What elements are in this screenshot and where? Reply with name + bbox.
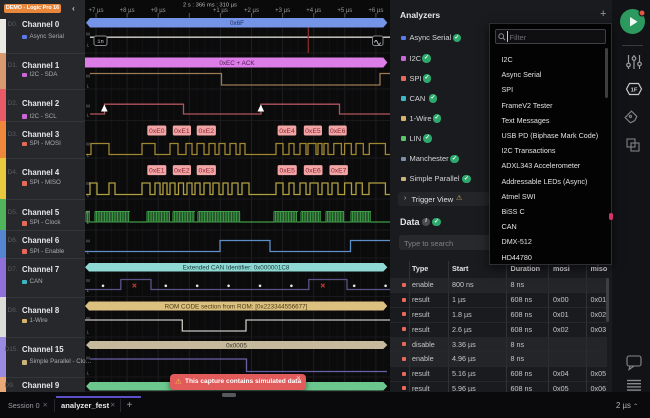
svg-text:0xEC + ACK: 0xEC + ACK	[219, 60, 255, 67]
svg-text:0xE0: 0xE0	[149, 128, 165, 135]
svg-text:0x0005: 0x0005	[226, 342, 247, 349]
svg-text:0xE7: 0xE7	[331, 168, 347, 175]
svg-text:ROM CODE section from ROM: [0x: ROM CODE section from ROM: [0x2233445566…	[165, 303, 308, 310]
svg-text:+6 µs: +6 µs	[368, 8, 383, 14]
svg-text:M: M	[86, 142, 90, 147]
svg-text:0xE2: 0xE2	[199, 128, 215, 135]
svg-text:M: M	[86, 278, 90, 283]
svg-text:0xE1: 0xE1	[149, 168, 165, 175]
svg-text:M: M	[86, 210, 90, 215]
svg-text:2 s : 366 ms : 310 µs: 2 s : 366 ms : 310 µs	[183, 3, 237, 9]
svg-text:Extended CAN Identifier: 0x000: Extended CAN Identifier: 0x000001C8	[183, 265, 290, 272]
svg-text:+2 µs: +2 µs	[244, 8, 259, 14]
svg-text:M: M	[86, 239, 90, 244]
svg-text:L: L	[87, 288, 90, 293]
svg-text:M: M	[86, 74, 90, 79]
svg-text:+9 µs: +9 µs	[151, 8, 166, 14]
svg-text:M: M	[86, 181, 90, 186]
svg-text:0xE6: 0xE6	[330, 128, 346, 135]
svg-text:L: L	[87, 113, 90, 118]
svg-text:0xE4: 0xE4	[279, 128, 295, 135]
svg-text:L: L	[87, 371, 90, 376]
svg-text:0xE3: 0xE3	[199, 168, 215, 175]
svg-text:0xE2: 0xE2	[174, 168, 190, 175]
svg-text:+3 µs: +3 µs	[275, 8, 290, 14]
svg-text:L: L	[87, 330, 90, 335]
svg-text:M: M	[86, 104, 90, 109]
svg-text:0xE5: 0xE5	[279, 168, 295, 175]
svg-text:L: L	[87, 83, 90, 88]
svg-text:M: M	[86, 316, 90, 321]
svg-text:+1 µs: +1 µs	[213, 8, 228, 14]
svg-text:M: M	[86, 32, 90, 37]
svg-text:1F: 1F	[631, 87, 638, 93]
svg-text:+7 µs: +7 µs	[89, 8, 104, 14]
svg-text:0xE1: 0xE1	[174, 128, 190, 135]
svg-text:0x6F: 0x6F	[230, 20, 244, 27]
svg-text:+4 µs: +4 µs	[306, 8, 321, 14]
svg-text:0xE6: 0xE6	[305, 168, 321, 175]
svg-text:+8 µs: +8 µs	[120, 8, 135, 14]
svg-text:L: L	[87, 43, 90, 48]
svg-text:+5 µs: +5 µs	[337, 8, 352, 14]
svg-text:0xE5: 0xE5	[305, 128, 321, 135]
svg-text:1n: 1n	[97, 38, 104, 45]
